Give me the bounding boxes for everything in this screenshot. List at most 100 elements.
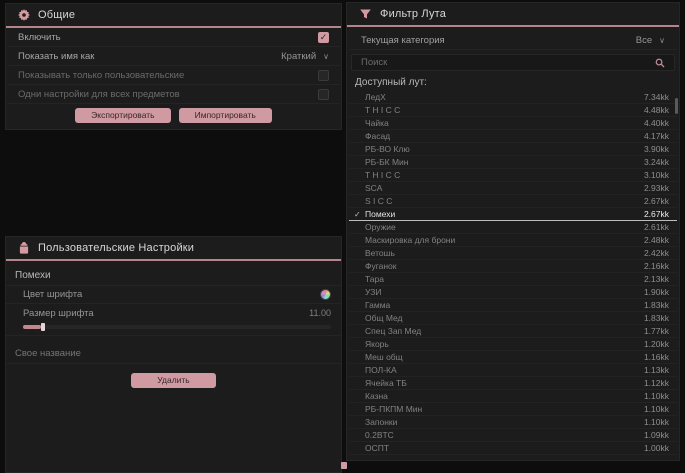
general-panel-title: Общие [38, 9, 75, 21]
setting-row-enable: Включить ✓ [7, 28, 340, 47]
loot-row[interactable]: РБ-БК Мин3.24kk [349, 156, 677, 169]
loot-row[interactable]: SCA2.93kk [349, 182, 677, 195]
loot-row[interactable]: Оружие2.61kk [349, 221, 677, 234]
same-settings-checkbox[interactable] [318, 89, 329, 100]
loot-item-value: 4.48kk [644, 105, 669, 115]
category-value: Все [636, 35, 652, 46]
loot-item-value: 2.93kk [644, 183, 669, 193]
loot-item-value: 1.83kk [644, 313, 669, 323]
available-loot-label: Доступный лут: [347, 71, 679, 91]
custom-settings-panel: Пользовательские Настройки Помехи Цвет ш… [5, 236, 342, 473]
font-size-slider[interactable] [23, 325, 331, 329]
loot-row[interactable]: Ячейка ТБ1.12kk [349, 377, 677, 390]
loot-row[interactable]: Тара2.13kk [349, 273, 677, 286]
loot-row[interactable]: S I C C2.67kk [349, 195, 677, 208]
loot-item-name: Фасад [365, 131, 644, 141]
loot-row[interactable]: Общ Мед1.83kk [349, 312, 677, 325]
loot-row[interactable]: Гамма1.83kk [349, 299, 677, 312]
loot-row[interactable]: Меш общ1.16kk [349, 351, 677, 364]
loot-row[interactable]: Фуганок2.16kk [349, 260, 677, 273]
loot-row[interactable]: Запонки1.10kk [349, 416, 677, 429]
enable-checkbox[interactable]: ✓ [318, 32, 329, 43]
loot-row[interactable]: Спец Зап Мед1.77kk [349, 325, 677, 338]
loot-item-value: 1.20kk [644, 339, 669, 349]
loot-item-name: Спец Зап Мед [365, 326, 644, 336]
loot-item-name: Тара [365, 274, 644, 284]
loot-item-value: 3.24kk [644, 157, 669, 167]
loot-row[interactable]: 0.2BTC1.09kk [349, 429, 677, 442]
loot-item-value: 1.12kk [644, 378, 669, 388]
name-display-value: Краткий [281, 51, 316, 62]
delete-button-wrap: Удалить [6, 373, 341, 388]
loot-item-name: Ветошь [365, 248, 644, 258]
header-underline [347, 25, 679, 27]
selected-item-name: Помехи [6, 261, 341, 286]
slider-fill [23, 325, 41, 329]
custom-name-input[interactable] [15, 348, 331, 359]
loot-item-name: Общ Мед [365, 313, 644, 323]
loot-row[interactable]: ЛедХ7.34kk [349, 91, 677, 104]
font-size-slider-wrap [6, 322, 341, 336]
loot-item-value: 1.13kk [644, 365, 669, 375]
loot-row[interactable]: Чайка4.40kk [349, 117, 677, 130]
loot-item-name: Меш общ [365, 352, 644, 362]
loot-item-name: РБ-БК Мин [365, 157, 644, 167]
delete-button[interactable]: Удалить [131, 373, 215, 388]
import-button[interactable]: Импортировать [179, 108, 272, 123]
loot-row[interactable]: ✓Помехи2.67kk [349, 208, 677, 221]
general-panel-header: Общие [6, 4, 341, 26]
loot-item-value: 2.42kk [644, 248, 669, 258]
loot-row[interactable]: Маскировка для брони2.48kk [349, 234, 677, 247]
slider-handle[interactable] [41, 323, 45, 331]
custom-panel-header: Пользовательские Настройки [6, 237, 341, 259]
loot-item-name: Чайка [365, 118, 644, 128]
loot-item-value: 4.17kk [644, 131, 669, 141]
loot-row[interactable]: ОСПТ1.00kk [349, 442, 677, 455]
loot-filter-panel: Фильтр Лута Текущая категория Все ∨ Дост… [346, 2, 680, 461]
only-custom-label: Показывать только пользовательские [18, 70, 184, 81]
enable-label: Включить [18, 32, 61, 43]
loot-item-value: 1.83kk [644, 300, 669, 310]
loot-item-name: ОСПТ [365, 443, 644, 453]
font-size-label: Размер шрифта [23, 308, 94, 319]
loot-row[interactable]: Фасад4.17kk [349, 130, 677, 143]
loot-list: ЛедХ7.34kkT H I C C4.48kkЧайка4.40kkФаса… [347, 91, 679, 455]
loot-item-name: РБ-ВО Клю [365, 144, 644, 154]
font-size-row: Размер шрифта 11.00 [6, 304, 341, 322]
loot-item-name: ПОЛ-КА [365, 365, 644, 375]
loot-item-value: 1.10kk [644, 404, 669, 414]
color-wheel-icon[interactable] [320, 289, 331, 300]
loot-row[interactable]: Якорь1.20kk [349, 338, 677, 351]
only-custom-checkbox[interactable] [318, 70, 329, 81]
category-dropdown[interactable]: Все ∨ [636, 35, 665, 46]
loot-row[interactable]: ПОЛ-КА1.13kk [349, 364, 677, 377]
name-display-dropdown[interactable]: Краткий ∨ [281, 51, 329, 62]
loot-row[interactable]: T H I C C4.48kk [349, 104, 677, 117]
loot-item-value: 1.90kk [644, 287, 669, 297]
loot-item-name: Якорь [365, 339, 644, 349]
loot-row[interactable]: Казна1.10kk [349, 390, 677, 403]
resize-handle[interactable] [341, 462, 347, 469]
search-input[interactable] [361, 57, 655, 68]
export-button[interactable]: Экспортировать [75, 108, 170, 123]
loot-row[interactable]: Ветошь2.42kk [349, 247, 677, 260]
search-icon[interactable] [655, 58, 665, 68]
search-box [351, 54, 675, 71]
loot-item-value: 3.90kk [644, 144, 669, 154]
gear-icon [18, 9, 30, 21]
loot-item-value: 7.34kk [644, 92, 669, 102]
loot-row[interactable]: УЗИ1.90kk [349, 286, 677, 299]
loot-row[interactable]: РБ-ПКПМ Мин1.10kk [349, 403, 677, 416]
scrollbar-thumb[interactable] [675, 98, 678, 114]
filter-panel-title: Фильтр Лута [380, 8, 446, 20]
setting-row-name-display: Показать имя как Краткий ∨ [7, 47, 340, 66]
funnel-icon [359, 8, 372, 20]
general-buttons: Экспортировать Импортировать [6, 108, 341, 123]
setting-row-same-settings: Одни настройки для всех предметов [7, 85, 340, 104]
general-panel: Общие Включить ✓ Показать имя как Кратки… [5, 3, 342, 130]
loot-item-name: T H I C C [365, 170, 644, 180]
loot-item-name: S I C C [365, 196, 644, 206]
loot-row[interactable]: РБ-ВО Клю3.90kk [349, 143, 677, 156]
loot-row[interactable]: T H I C C3.10kk [349, 169, 677, 182]
name-display-label: Показать имя как [18, 51, 94, 62]
